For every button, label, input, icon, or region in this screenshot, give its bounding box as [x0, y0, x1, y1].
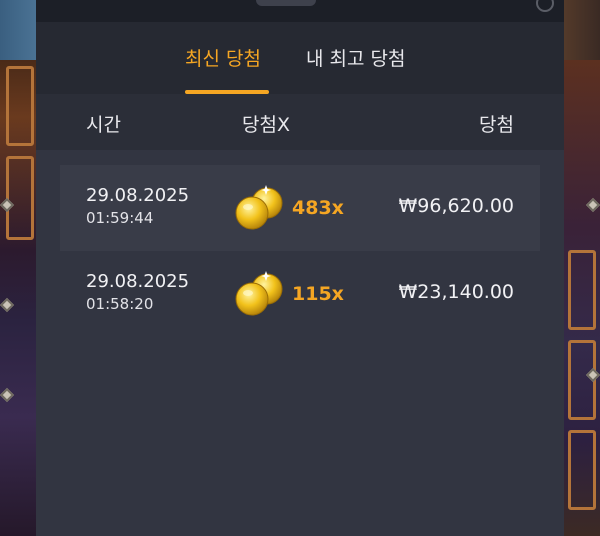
tab-my-best-wins[interactable]: 내 최고 당첨	[306, 44, 405, 71]
row-win-amount: ₩23,140.00	[398, 281, 514, 303]
tab-latest-wins[interactable]: 최신 당첨	[185, 44, 261, 71]
row-time: 01:58:20	[86, 295, 154, 313]
row-win-amount: ₩96,620.00	[398, 195, 514, 217]
row-time: 01:59:44	[86, 209, 154, 227]
column-header-time: 시간	[86, 114, 121, 136]
reel-left	[0, 60, 36, 536]
reel-frame	[6, 66, 34, 146]
table-row: 29.08.2025 01:58:20 115x ₩23,140.00	[60, 251, 540, 337]
reel-frame	[6, 156, 34, 240]
close-icon[interactable]	[536, 0, 554, 12]
row-multiplier: 483x	[292, 197, 344, 219]
row-date: 29.08.2025	[86, 185, 190, 206]
table-header: 시간 당첨X 당첨	[36, 94, 564, 150]
panel-top-bar	[36, 0, 564, 22]
drag-handle[interactable]	[256, 0, 316, 6]
reel-stud	[0, 297, 15, 313]
reel-stud	[585, 197, 600, 213]
row-multiplier: 115x	[292, 283, 344, 305]
column-header-win: 당첨	[479, 114, 514, 136]
reel-right	[564, 60, 600, 536]
reel-frame	[568, 250, 596, 330]
tab-bar: 최신 당첨 내 최고 당첨	[36, 22, 564, 94]
reel-stud	[0, 387, 15, 403]
reel-frame	[568, 430, 596, 510]
row-date: 29.08.2025	[86, 271, 190, 292]
column-header-multiplier: 당첨X	[242, 114, 290, 136]
gold-coins-icon	[235, 185, 283, 230]
winners-panel: 최신 당첨 내 최고 당첨 시간 당첨X 당첨 29.08.2025 01:59…	[36, 0, 564, 536]
gold-coins-icon	[235, 271, 283, 316]
table-row: 29.08.2025 01:59:44 483x ₩96,620.00	[60, 165, 540, 251]
